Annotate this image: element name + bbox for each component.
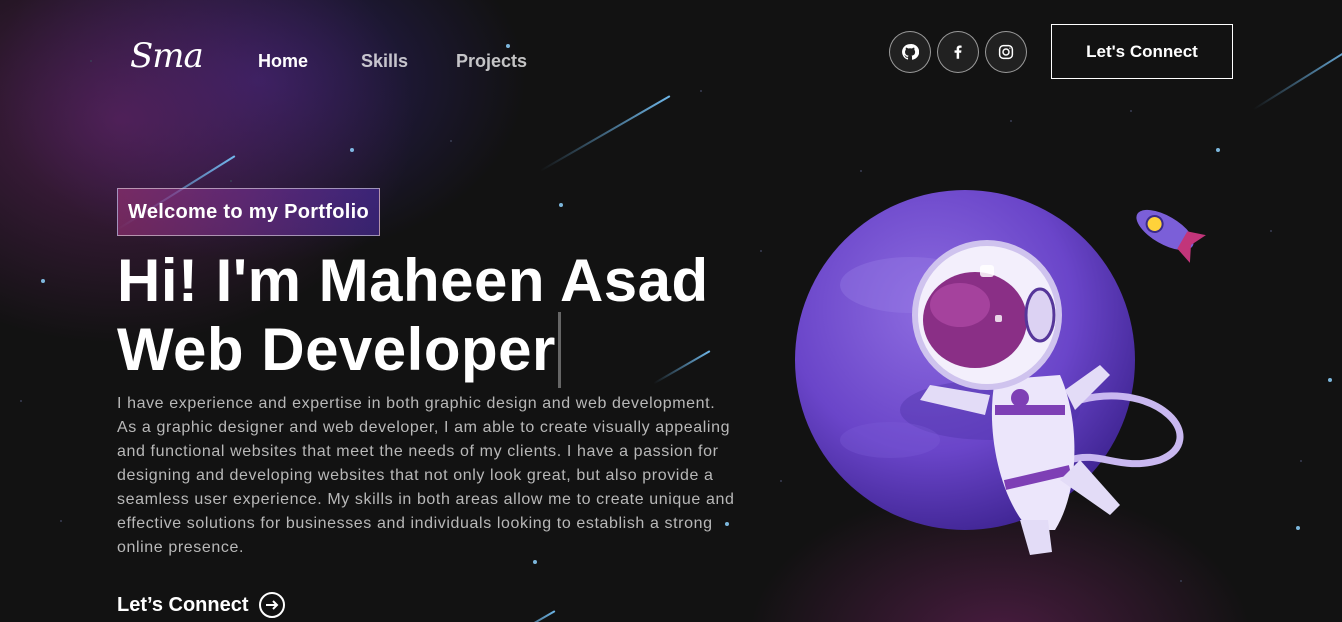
dust bbox=[230, 180, 232, 182]
astronaut-illustration bbox=[795, 190, 1206, 555]
hero-headline: Hi! I'm Maheen Asad Web Developer bbox=[117, 250, 709, 388]
star bbox=[1296, 526, 1300, 530]
lets-connect-button[interactable]: Let's Connect bbox=[1051, 24, 1233, 79]
nav-link-home[interactable]: Home bbox=[258, 51, 308, 72]
star bbox=[533, 560, 537, 564]
dust bbox=[760, 250, 762, 252]
dust bbox=[60, 520, 62, 522]
facebook-link[interactable] bbox=[937, 31, 979, 73]
instagram-icon bbox=[998, 44, 1014, 60]
tagline-badge: Welcome to my Portfolio bbox=[117, 188, 381, 236]
star bbox=[41, 279, 45, 283]
headline-role: Web Developer bbox=[117, 316, 556, 383]
facebook-icon bbox=[954, 45, 962, 59]
hero-description: I have experience and expertise in both … bbox=[117, 395, 735, 556]
shooting-star bbox=[502, 610, 556, 622]
dust bbox=[1300, 460, 1302, 462]
rocket bbox=[1136, 209, 1206, 263]
typing-caret bbox=[557, 312, 561, 388]
nav-link-projects[interactable]: Projects bbox=[456, 51, 527, 72]
star bbox=[559, 203, 563, 207]
star bbox=[350, 148, 354, 152]
arrow-right-circle-icon bbox=[258, 592, 285, 618]
dust bbox=[450, 140, 452, 142]
hero-connect-label: Let’s Connect bbox=[117, 593, 249, 616]
github-link[interactable] bbox=[889, 31, 931, 73]
headline-name: Hi! I'm Maheen Asad bbox=[117, 247, 709, 314]
hero-connect-link[interactable]: Let’s Connect bbox=[117, 592, 285, 618]
star bbox=[1328, 378, 1332, 382]
nav-link-skills[interactable]: Skills bbox=[361, 51, 408, 72]
dust bbox=[1270, 230, 1272, 232]
dust bbox=[20, 400, 22, 402]
instagram-link[interactable] bbox=[985, 31, 1027, 73]
github-icon bbox=[902, 44, 919, 60]
logo[interactable]: Sma bbox=[130, 36, 204, 76]
navbar: Sma Home Skills Projects Let's Connect bbox=[0, 0, 1342, 110]
